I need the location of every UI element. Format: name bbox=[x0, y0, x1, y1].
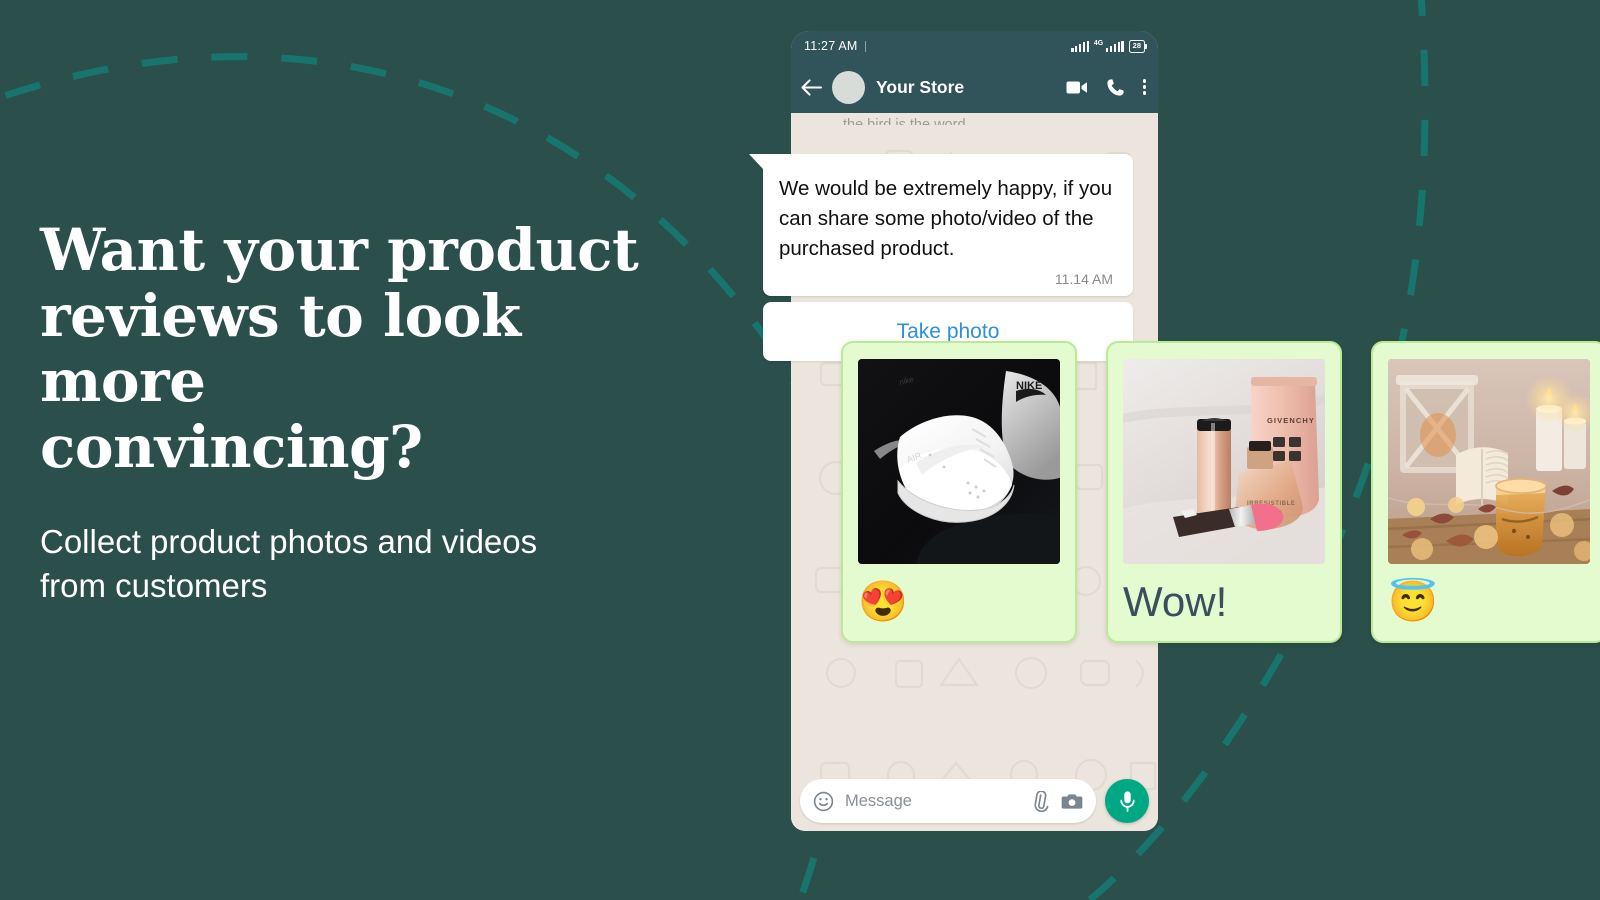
message-input-field[interactable]: Message bbox=[845, 792, 1018, 811]
emoji-smiley-icon[interactable] bbox=[813, 791, 834, 812]
hero-subtitle-line-1: Collect product photos and videos bbox=[40, 523, 538, 561]
microphone-button[interactable] bbox=[1105, 779, 1149, 823]
message-bubble-timestamp: 11.14 AM bbox=[1054, 271, 1113, 288]
clipped-previous-message: the bird is the word bbox=[843, 117, 966, 125]
svg-text:NIKE: NIKE bbox=[1016, 380, 1042, 392]
hero-copy: Want your product reviews to look more c… bbox=[40, 216, 680, 607]
hero-subtitle: Collect product photos and videos from c… bbox=[40, 520, 680, 607]
paperclip-icon[interactable] bbox=[1029, 790, 1050, 812]
camera-icon[interactable] bbox=[1061, 792, 1083, 811]
givenchy-cosmetics-photo[interactable]: GIVENCHY IRRESISTIBLE GIVENCHY bbox=[1123, 359, 1325, 564]
kebab-menu-icon[interactable] bbox=[1142, 79, 1146, 95]
svg-text:GIVENCHY: GIVENCHY bbox=[1267, 416, 1315, 425]
hero-title-line-3: convincing? bbox=[40, 412, 423, 481]
status-bar-divider bbox=[864, 40, 866, 52]
battery-icon: 28 bbox=[1128, 39, 1148, 53]
incoming-message-bubble: We would be extremely happy, if you can … bbox=[749, 154, 1133, 297]
video-call-icon[interactable] bbox=[1066, 80, 1088, 95]
review-card-caption: 😍 bbox=[858, 580, 908, 624]
chat-header-actions bbox=[1066, 78, 1146, 97]
status-bar-time: 11:27 AM bbox=[804, 39, 858, 53]
review-card-caption: 😇 bbox=[1388, 580, 1438, 624]
phone-call-icon[interactable] bbox=[1106, 78, 1125, 97]
message-input-pill[interactable]: Message bbox=[800, 779, 1096, 823]
status-bar: 11:27 AM 4G 28 bbox=[791, 31, 1158, 61]
back-arrow-icon[interactable] bbox=[800, 78, 823, 97]
avatar[interactable] bbox=[832, 70, 865, 104]
review-card[interactable]: NIKE nike NIKE bbox=[841, 341, 1077, 643]
review-card-caption: Wow! bbox=[1123, 578, 1228, 625]
cozy-autumn-candles-photo[interactable] bbox=[1388, 359, 1590, 564]
chat-header: Your Store bbox=[791, 61, 1158, 113]
review-card[interactable]: GIVENCHY IRRESISTIBLE GIVENCHY bbox=[1106, 341, 1342, 643]
message-bubble-text: We would be extremely happy, if you can … bbox=[779, 177, 1113, 261]
signal-bars-icon bbox=[1071, 40, 1089, 52]
signal-bars-secondary-icon bbox=[1106, 40, 1124, 52]
message-input-bar: Message bbox=[791, 779, 1158, 823]
contact-name[interactable]: Your Store bbox=[876, 77, 964, 98]
nike-air-force-sneaker-photo[interactable]: NIKE nike NIKE bbox=[858, 359, 1060, 564]
review-card[interactable]: 😇 bbox=[1371, 341, 1600, 643]
take-photo-label: Take photo bbox=[896, 319, 1000, 343]
hero-title-line-2: reviews to look more bbox=[40, 281, 521, 416]
network-type-label: 4G bbox=[1093, 39, 1104, 47]
page-title: Want your product reviews to look more c… bbox=[40, 216, 680, 481]
status-bar-indicators: 4G 28 bbox=[1071, 39, 1148, 53]
review-cards-row: NIKE nike NIKE bbox=[841, 341, 1600, 643]
hero-subtitle-line-2: from customers bbox=[40, 566, 268, 604]
hero-title-line-1: Want your product bbox=[40, 216, 639, 284]
